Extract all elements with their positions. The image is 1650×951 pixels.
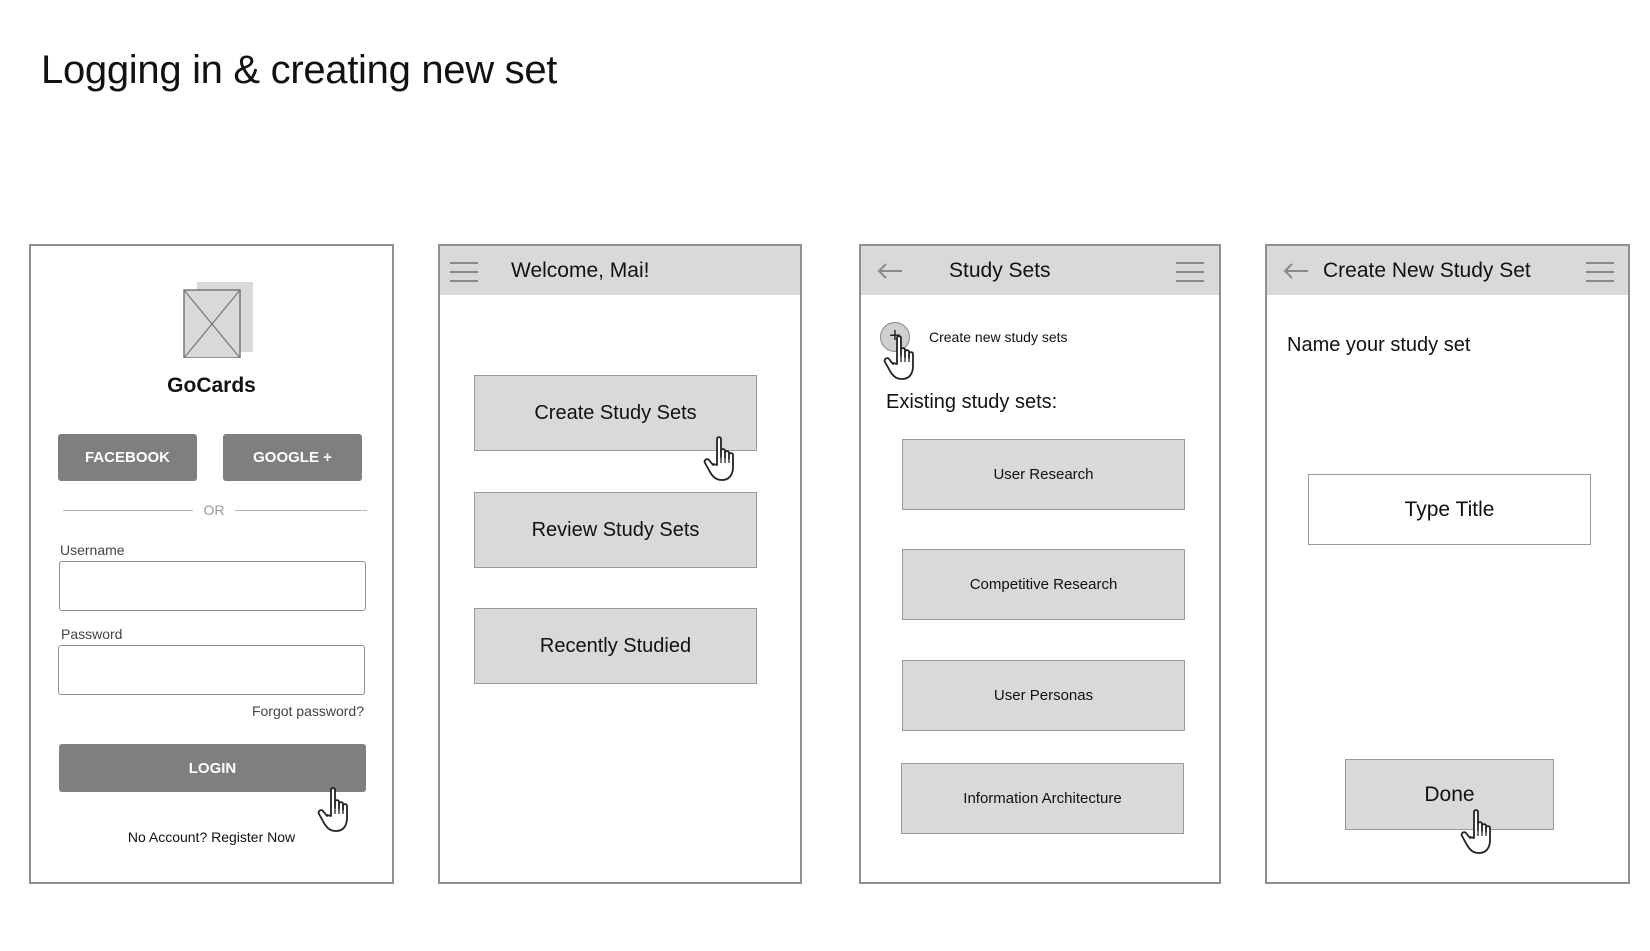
- recently-studied-button[interactable]: Recently Studied: [474, 608, 757, 684]
- study-set-item[interactable]: Competitive Research: [902, 549, 1185, 620]
- back-arrow-icon[interactable]: [877, 263, 903, 279]
- study-set-item[interactable]: User Personas: [902, 660, 1185, 731]
- study-set-item[interactable]: Information Architecture: [901, 763, 1184, 834]
- done-button[interactable]: Done: [1345, 759, 1554, 830]
- app-name: GoCards: [167, 374, 256, 397]
- image-placeholder-icon: [183, 282, 253, 358]
- hand-cursor-icon: [317, 786, 357, 834]
- study-sets-title: Study Sets: [949, 259, 1051, 282]
- login-button[interactable]: LOGIN: [59, 744, 366, 792]
- title-input[interactable]: Type Title: [1308, 474, 1591, 545]
- hamburger-menu-icon[interactable]: [1586, 262, 1614, 282]
- study-sets-top-bar: Study Sets: [861, 246, 1219, 295]
- create-set-title: Create New Study Set: [1323, 259, 1531, 282]
- forgot-password-link[interactable]: Forgot password?: [252, 703, 364, 719]
- username-label: Username: [60, 542, 125, 558]
- existing-sets-label: Existing study sets:: [886, 391, 1058, 413]
- study-sets-screen: Study Sets + Create new study sets Exist…: [859, 244, 1221, 884]
- password-field[interactable]: [58, 645, 365, 695]
- page-title: Logging in & creating new set: [41, 48, 558, 92]
- study-set-item[interactable]: User Research: [902, 439, 1185, 510]
- create-new-set-screen: Create New Study Set Name your study set…: [1265, 244, 1630, 884]
- divider-left: [63, 510, 193, 511]
- divider-right: [235, 510, 367, 511]
- home-top-bar: Welcome, Mai!: [440, 246, 800, 295]
- review-study-sets-button[interactable]: Review Study Sets: [474, 492, 757, 568]
- hamburger-menu-icon[interactable]: [1176, 262, 1204, 282]
- hand-cursor-icon: [883, 334, 923, 382]
- hamburger-menu-icon[interactable]: [450, 262, 478, 282]
- facebook-button[interactable]: FACEBOOK: [58, 434, 197, 481]
- google-plus-button[interactable]: GOOGLE +: [223, 434, 362, 481]
- back-arrow-icon[interactable]: [1283, 263, 1309, 279]
- hand-cursor-icon: [703, 435, 743, 483]
- home-screen: Welcome, Mai! Create Study Sets Review S…: [438, 244, 802, 884]
- login-screen: GoCards FACEBOOK GOOGLE + OR Username Pa…: [29, 244, 394, 884]
- create-new-sets-label[interactable]: Create new study sets: [929, 329, 1068, 345]
- create-set-top-bar: Create New Study Set: [1267, 246, 1628, 295]
- or-label: OR: [203, 502, 225, 518]
- password-label: Password: [61, 626, 123, 642]
- name-prompt: Name your study set: [1287, 334, 1471, 356]
- home-title: Welcome, Mai!: [511, 259, 650, 282]
- username-field[interactable]: [59, 561, 366, 611]
- hand-cursor-icon: [1460, 808, 1500, 856]
